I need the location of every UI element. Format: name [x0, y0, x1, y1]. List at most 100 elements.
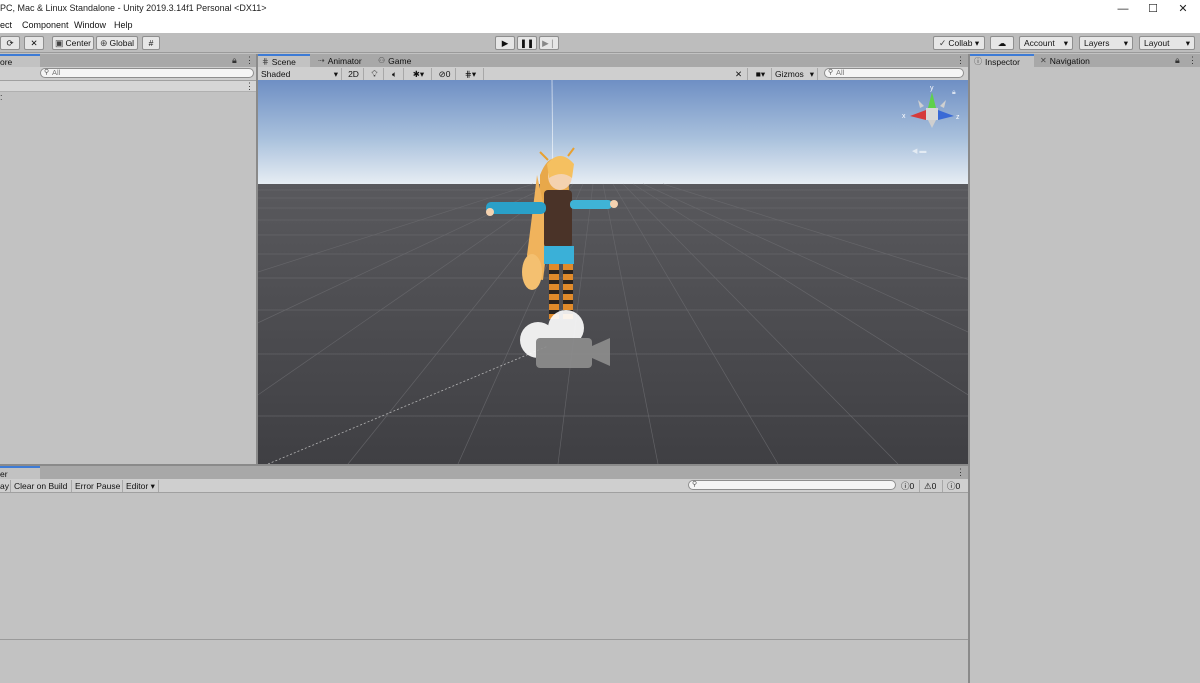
more-options-icon[interactable]: ⋮	[956, 467, 965, 478]
more-options-icon[interactable]: ⋮	[956, 55, 965, 66]
menu-component[interactable]: Component	[22, 20, 69, 30]
layers-label: Layers	[1084, 38, 1110, 48]
chevron-down-icon: ▾	[760, 68, 766, 79]
collab-button[interactable]: ✓ Collab ▾	[933, 36, 985, 50]
more-options-icon[interactable]: ⋮	[1188, 55, 1197, 66]
console-tabbar: er ⋮	[0, 466, 968, 479]
tab-game[interactable]: ⚇ Game	[374, 54, 420, 67]
grid-dropdown[interactable]: ⋕ ▾	[458, 68, 484, 80]
rotate-tool-button[interactable]: ⟳	[0, 36, 20, 50]
rotate-tool-icon: ⟳	[6, 37, 14, 48]
console-search-input[interactable]: ⚲	[688, 480, 896, 490]
effects-dropdown[interactable]: ✱ ▾	[406, 68, 432, 80]
search-placeholder: All	[52, 68, 61, 77]
cloud-icon: ☁	[997, 37, 1007, 48]
lock-icon[interactable]: 🔒︎	[232, 55, 237, 66]
editor-dropdown[interactable]: Editor ▾	[123, 480, 159, 492]
chevron-down-icon: ▾	[1123, 37, 1128, 48]
tab-inspector[interactable]: ⓘ Inspector	[970, 54, 1034, 67]
lock-icon[interactable]: 🔒︎	[1175, 55, 1180, 66]
collapse-button[interactable]: ay	[0, 480, 11, 492]
scene-viewport[interactable]: y x z ◀ ▬ 🔒︎	[258, 80, 968, 464]
close-button[interactable]: ✕	[1166, 0, 1200, 17]
shading-mode-dropdown[interactable]: Shaded ▾	[258, 68, 342, 80]
scene-header-row[interactable]: ⋮	[0, 81, 256, 92]
mode-2d-toggle[interactable]: 2D	[344, 68, 364, 80]
animator-icon: ⇢	[318, 56, 325, 65]
tab-hierarchy[interactable]: ore	[0, 54, 40, 67]
scene-search-input[interactable]: ⚲ All	[824, 68, 964, 78]
step-icon: ▶❘	[542, 37, 556, 48]
tab-animator[interactable]: ⇢ Animator	[314, 54, 370, 67]
more-options-icon[interactable]: ⋮	[245, 81, 254, 92]
pivot-button[interactable]: ▣ Center	[52, 36, 94, 50]
audio-toggle[interactable]: 🔈︎	[386, 68, 404, 80]
info-icon: ⓘ	[901, 481, 910, 491]
menu-project[interactable]: ect	[0, 20, 12, 30]
gizmos-dropdown[interactable]: Gizmos ▾	[772, 68, 818, 80]
step-button[interactable]: ▶❘	[539, 36, 559, 50]
main-toolbar: ⟳ ✕ ▣ Center ⊕ Global # ▶ ❚❚ ▶❘ ✓ Collab ▾ …	[0, 33, 1200, 53]
error-filter-toggle[interactable]: ⓘ 0	[944, 480, 966, 492]
info-filter-toggle[interactable]: ⓘ 0	[898, 480, 920, 492]
search-icon: ⚲	[44, 69, 50, 76]
account-dropdown[interactable]: Account ▾	[1019, 36, 1073, 50]
search-icon: ⚲	[828, 69, 834, 76]
grid-icon: ⋕	[262, 57, 269, 66]
error-icon: ⓘ	[947, 481, 956, 491]
layout-dropdown[interactable]: Layout ▾	[1139, 36, 1195, 50]
maximize-button[interactable]: ☐	[1136, 0, 1170, 17]
snap-button[interactable]: #	[142, 36, 160, 50]
console-toolbar: ay Clear on Build Error Pause Editor ▾ ⚲…	[0, 479, 968, 493]
play-button[interactable]: ▶	[495, 36, 515, 50]
cloud-button[interactable]: ☁	[990, 36, 1014, 50]
chevron-down-icon: ▾	[1185, 37, 1190, 48]
info-icon: ⓘ	[974, 57, 982, 66]
window-title: PC, Mac & Linux Standalone - Unity 2019.…	[0, 3, 267, 13]
custom-tool-button[interactable]: ✕	[24, 36, 44, 50]
error-pause-button[interactable]: Error Pause	[72, 480, 123, 492]
chevron-down-icon: ▾	[419, 68, 425, 79]
tab-console[interactable]: er	[0, 466, 40, 479]
lighting-toggle[interactable]: 💡︎	[366, 68, 384, 80]
gizmo-axis-z: z	[956, 114, 960, 121]
pause-icon: ❚❚	[519, 37, 535, 48]
more-options-icon[interactable]: ⋮	[245, 55, 254, 66]
search-icon: ⚲	[692, 481, 698, 488]
tab-navigation[interactable]: ✕ Navigation	[1036, 54, 1110, 67]
skybox	[258, 80, 968, 185]
console-log-list[interactable]	[0, 493, 968, 639]
space-label: Global	[109, 38, 135, 48]
warning-filter-toggle[interactable]: ⚠ 0	[921, 480, 943, 492]
hierarchy-search-input[interactable]: ⚲ All	[40, 68, 254, 78]
scene-expand-arrow[interactable]: :	[0, 92, 3, 102]
menu-bar: ect Component Window Help	[0, 17, 1200, 33]
inspector-body	[970, 67, 1200, 683]
hidden-objects-toggle[interactable]: ⊘ 0	[434, 68, 456, 80]
eye-slash-icon: ⊘	[438, 68, 446, 79]
scene-tabbar: ⋕ Scene ⇢ Animator ⚇ Game ⋮	[258, 54, 968, 67]
camera-dropdown[interactable]: ■ ▾	[750, 68, 772, 80]
chevron-down-icon: ▾	[1063, 37, 1068, 48]
check-icon: ✓	[938, 37, 947, 48]
scene-tools-button[interactable]: ✕	[730, 68, 748, 80]
menu-window[interactable]: Window	[74, 20, 106, 30]
navigation-icon: ✕	[1040, 56, 1047, 65]
scene-toolbar: Shaded ▾ 2D 💡︎ 🔈︎ ✱ ▾ ⊘ 0 ⋕ ▾ ✕ ■ ▾ Gizmos ▾ ⚲…	[258, 67, 968, 81]
tab-scene[interactable]: ⋕ Scene	[258, 54, 310, 67]
minimize-button[interactable]: —	[1106, 0, 1140, 17]
play-icon: ▶	[501, 37, 509, 48]
ground-plane	[258, 184, 968, 464]
center-icon: ▣	[54, 37, 64, 48]
pause-button[interactable]: ❚❚	[517, 36, 537, 50]
pivot-label: Center	[65, 38, 92, 48]
maximize-icon: ☐	[1148, 3, 1158, 15]
gizmo-axis-y: y	[930, 85, 934, 92]
layers-dropdown[interactable]: Layers ▾	[1079, 36, 1133, 50]
scene-render[interactable]: y x z ◀ ▬ 🔒︎	[258, 80, 968, 464]
collab-label: Collab ▾	[948, 37, 980, 48]
console-detail-area[interactable]	[0, 639, 968, 683]
space-button[interactable]: ⊕ Global	[96, 36, 138, 50]
menu-help[interactable]: Help	[114, 20, 133, 30]
clear-on-build-button[interactable]: Clear on Build	[11, 480, 72, 492]
